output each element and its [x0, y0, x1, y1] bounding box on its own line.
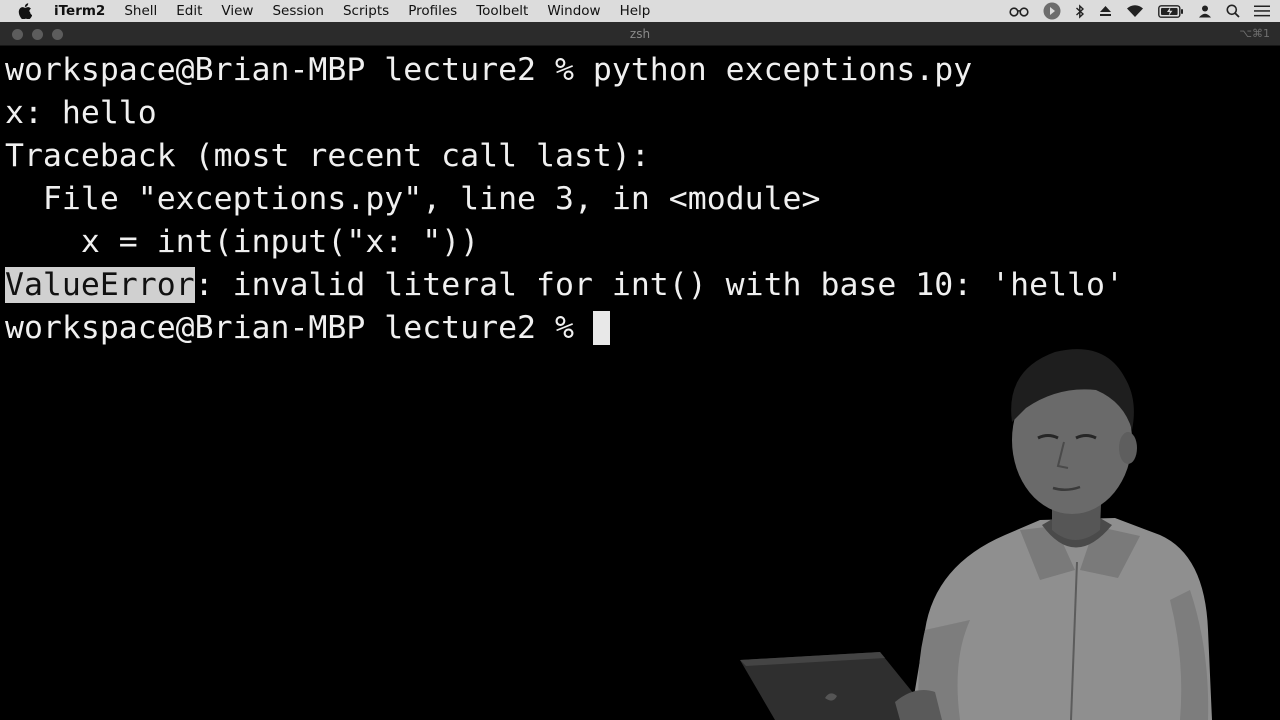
battery-icon[interactable] [1158, 0, 1184, 22]
shell-prompt: workspace@Brian-MBP lecture2 % [5, 310, 593, 346]
window-title: zsh [629, 27, 651, 41]
menu-profiles[interactable]: Profiles [408, 0, 457, 22]
error-type-selection[interactable]: ValueError [5, 267, 195, 303]
menu-session[interactable]: Session [272, 0, 324, 22]
terminal-line-code: x = int(input("x: ")) [5, 224, 480, 260]
terminal-cursor [592, 311, 610, 345]
eject-icon[interactable] [1099, 0, 1112, 22]
terminal-line-traceback: Traceback (most recent call last): [5, 138, 650, 174]
menu-edit[interactable]: Edit [176, 0, 202, 22]
control-center-icon[interactable] [1254, 0, 1270, 22]
apple-logo-icon[interactable] [18, 3, 33, 20]
user-icon[interactable] [1198, 0, 1212, 22]
terminal-line-input: x: hello [5, 95, 157, 131]
menu-toolbelt[interactable]: Toolbelt [476, 0, 528, 22]
terminal-line-file: File "exceptions.py", line 3, in <module… [5, 181, 821, 217]
window-title-bar[interactable]: zsh ⌥⌘1 [0, 22, 1280, 46]
menu-app-name[interactable]: iTerm2 [54, 0, 105, 22]
menu-window[interactable]: Window [547, 0, 600, 22]
menu-shell[interactable]: Shell [124, 0, 157, 22]
glasses-icon[interactable] [1009, 0, 1029, 22]
terminal-line-command: workspace@Brian-MBP lecture2 % python ex… [5, 52, 973, 88]
bluetooth-icon[interactable] [1075, 0, 1085, 22]
terminal-line-error: ValueError: invalid literal for int() wi… [5, 264, 1124, 306]
presenter-video-overlay [740, 349, 1212, 720]
error-message: : invalid literal for int() with base 10… [194, 267, 1124, 303]
window-shortcut: ⌥⌘1 [1239, 27, 1270, 40]
wifi-icon[interactable] [1126, 0, 1144, 22]
status-icons [995, 0, 1270, 22]
menu-help[interactable]: Help [620, 0, 651, 22]
terminal-line-prompt[interactable]: workspace@Brian-MBP lecture2 % [5, 307, 610, 349]
menu-view[interactable]: View [221, 0, 253, 22]
screen-mirror-icon[interactable] [1043, 0, 1061, 22]
search-icon[interactable] [1226, 0, 1240, 22]
menu-scripts[interactable]: Scripts [343, 0, 389, 22]
menu-bar: iTerm2 Shell Edit View Session Scripts P… [0, 0, 1280, 22]
screen: iTerm2 Shell Edit View Session Scripts P… [0, 0, 1280, 720]
